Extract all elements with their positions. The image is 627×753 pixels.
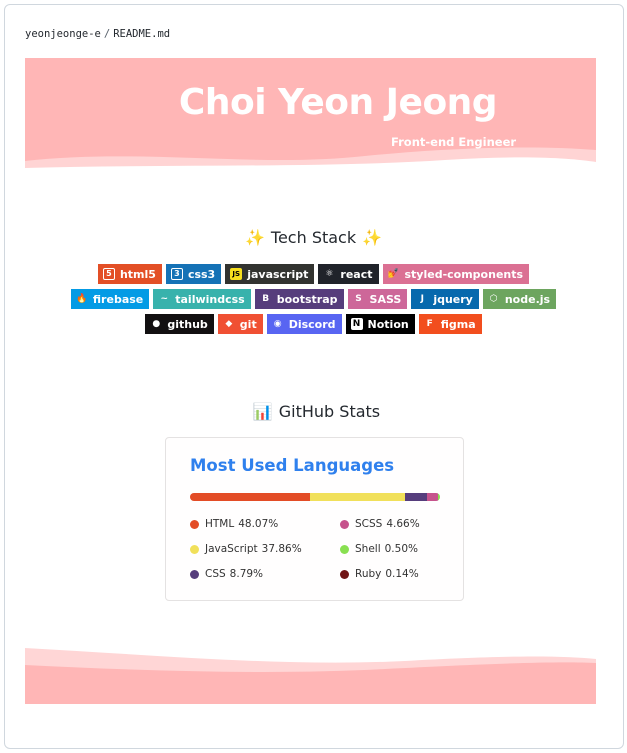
header-banner: Choi Yeon Jeong Front-end Engineer [25, 58, 596, 168]
legend-dot [190, 519, 199, 529]
legend-label: Ruby [355, 568, 382, 580]
legend-item-shell: Shell 0.50% [340, 543, 418, 555]
legend-dot [190, 544, 199, 554]
legend-item-scss: SCSS 4.66% [340, 518, 420, 530]
legend-item-javascript: JavaScript 37.86% [190, 543, 302, 555]
discord-icon: ◉ [273, 319, 282, 329]
nodejs-icon: ⬡ [489, 294, 498, 304]
legend-item-ruby: Ruby 0.14% [340, 568, 419, 580]
badge-bootstrap[interactable]: Bbootstrap [254, 289, 344, 309]
badge-label: styled-components [404, 267, 524, 281]
legend-dot [340, 544, 349, 554]
sparkles-icon: ✨ [244, 228, 265, 247]
badge-css3[interactable]: 3 css3 [165, 264, 222, 284]
bar-segment-javascript [310, 493, 405, 501]
legend-label: CSS [205, 568, 226, 580]
badge-label: css3 [187, 267, 216, 281]
badge-sass[interactable]: S SASS [347, 289, 408, 309]
bar-segment-scss [426, 493, 439, 501]
banner-title: Choi Yeon Jeong [178, 82, 498, 123]
badge-javascript[interactable]: JS javascript [225, 264, 315, 284]
badge-tailwindcss[interactable]: ~ tailwindcss [153, 289, 251, 309]
badge-firebase[interactable]: 🔥 firebase [70, 289, 150, 309]
badge-label: Discord [288, 317, 336, 331]
legend-label: HTML [205, 518, 235, 530]
badge-label: SASS [369, 292, 402, 306]
badge-discord[interactable]: ◉ Discord [266, 314, 342, 334]
github-icon: ● [152, 319, 161, 329]
badge-label: react [340, 267, 373, 281]
legend-dot [340, 569, 349, 579]
legend-percent: 0.14% [385, 568, 419, 580]
html5-icon: 5 [102, 268, 115, 280]
badge-html5[interactable]: 5 html5 [97, 264, 162, 284]
badge-node-js[interactable]: ⬡ node.js [482, 289, 557, 309]
footer-banner-wave [25, 648, 596, 704]
badge-styled-components[interactable]: 💅 styled-components [382, 264, 530, 284]
banner-subtitle: Front-end Engineer [391, 135, 517, 149]
bootstrap-icon: B [262, 294, 270, 304]
badge-jquery[interactable]: Jjquery [411, 289, 479, 309]
legend-percent: 8.79% [229, 568, 264, 580]
badge-label: figma [440, 317, 476, 331]
firebase-icon: 🔥 [76, 294, 88, 304]
legend-percent: 4.66% [386, 518, 420, 530]
github-stats-heading: 📊 GitHub Stats [0, 402, 627, 421]
figma-icon: F [426, 319, 433, 329]
badge-notion[interactable]: N Notion [345, 314, 415, 334]
sass-icon: S [355, 294, 362, 304]
breadcrumb-separator: / [103, 28, 111, 40]
bar-segment-html [190, 493, 311, 501]
badge-row-3: ● github ◆ git ◉ Discord N Notion Ffigma [0, 314, 627, 334]
bar-chart-icon: 📊 [252, 402, 273, 421]
legend-item-css: CSS 8.79% [190, 568, 263, 580]
badge-label: tailwindcss [175, 292, 245, 306]
badge-row-2: 🔥 firebase ~ tailwindcss Bbootstrap S SASS Jjqu… [0, 289, 627, 309]
card-title: Most Used Languages [190, 456, 395, 475]
legend-percent: 37.86% [261, 543, 302, 555]
badge-label: html5 [119, 267, 156, 281]
badge-label: Notion [367, 317, 409, 331]
tailwindcss-icon: ~ [160, 294, 169, 304]
legend-label: JavaScript [205, 543, 258, 555]
notion-icon: N [350, 318, 363, 330]
git-icon: ◆ [225, 319, 233, 329]
badge-label: bootstrap [276, 292, 338, 306]
legend-percent: 48.07% [238, 518, 279, 530]
legend-label: SCSS [355, 518, 383, 530]
badge-github[interactable]: ● github [145, 314, 214, 334]
bar-segment-css [404, 493, 427, 501]
badge-label: firebase [92, 292, 144, 306]
tech-stack-heading: ✨ Tech Stack ✨ [0, 228, 627, 247]
javascript-icon: JS [230, 268, 243, 280]
badge-react[interactable]: ⚛ react [318, 264, 379, 284]
legend-label: Shell [355, 543, 381, 555]
badge-label: git [239, 317, 257, 331]
tech-stack-title: Tech Stack [270, 228, 357, 247]
badge-label: jquery [433, 292, 473, 306]
badge-figma[interactable]: Ffigma [418, 314, 482, 334]
legend-percent: 0.50% [384, 543, 418, 555]
breadcrumb: yeonjeonge-e / README.md [25, 28, 170, 40]
legend-dot [190, 569, 199, 579]
badge-label: github [167, 317, 208, 331]
breadcrumb-repo-link[interactable]: yeonjeonge-e [25, 28, 101, 40]
react-icon: ⚛ [325, 269, 334, 279]
badge-row-1: 5 html5 3 css3 JS javascript ⚛ react 💅 styled-com… [0, 264, 627, 284]
sparkles-icon: ✨ [362, 228, 383, 247]
languages-progress-bar [190, 493, 440, 501]
badge-label: node.js [504, 292, 551, 306]
jquery-icon: J [420, 294, 424, 304]
badge-git[interactable]: ◆ git [217, 314, 263, 334]
legend-item-html: HTML 48.07% [190, 518, 278, 530]
top-languages-card[interactable]: Most Used Languages HTML 48.07% JavaScript… [165, 437, 464, 601]
footer-banner [25, 645, 596, 704]
css3-icon: 3 [170, 268, 183, 280]
legend-dot [340, 519, 349, 529]
styled-components-icon: 💅 [387, 269, 400, 279]
breadcrumb-file: README.md [113, 28, 171, 40]
github-stats-title: GitHub Stats [278, 402, 381, 421]
badge-label: javascript [247, 267, 309, 281]
